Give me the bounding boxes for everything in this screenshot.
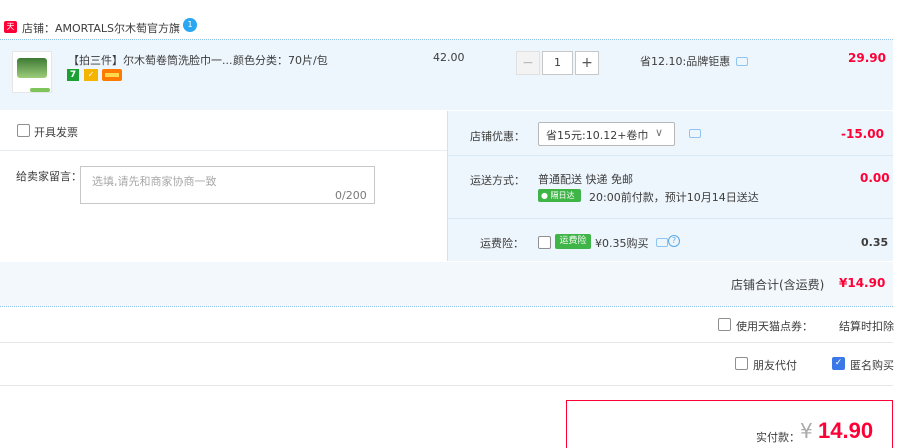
anonymous-purchase-checkbox[interactable]: ✓: [832, 357, 845, 370]
product-image-stand: [30, 88, 50, 92]
tmall-shop-badge: 天猫: [4, 21, 17, 43]
shipping-method: 普通配送 快递 免邮: [538, 173, 633, 186]
quantity-decrease-button[interactable]: −: [516, 51, 540, 75]
chat-icon[interactable]: 1: [183, 18, 197, 32]
store-discount-amount: -15.00: [841, 127, 884, 141]
divider: [0, 306, 893, 307]
friend-pay-label: 朋友代付: [753, 359, 797, 372]
help-icon[interactable]: ?: [668, 235, 680, 247]
shipping-insurance-badge: 运费险: [555, 234, 591, 249]
message-icon[interactable]: [689, 129, 701, 138]
next-day-badge: ● 隔日达: [538, 189, 581, 202]
shipping-insurance-amount: 0.35: [861, 236, 889, 249]
payment-currency: ¥: [800, 419, 813, 443]
chevron-down-icon: ∨: [655, 126, 664, 139]
friend-pay-checkbox[interactable]: [735, 357, 748, 370]
divider: [0, 150, 447, 151]
store-discount-label: 店铺优惠：: [470, 130, 525, 143]
message-icon[interactable]: [656, 238, 668, 247]
credit-card-icon: [102, 69, 122, 81]
divider: [447, 111, 448, 261]
divider: [448, 155, 893, 156]
payment-label: 实付款：: [756, 431, 800, 444]
guarantee-icon: ✓: [84, 69, 98, 81]
divider: [0, 385, 893, 386]
shop-total-amount: ¥14.90: [839, 276, 886, 290]
invoice-label: 开具发票: [34, 126, 78, 139]
invoice-checkbox[interactable]: [17, 124, 30, 137]
item-total-price: 29.90: [848, 51, 886, 65]
payment-amount: 14.90: [818, 418, 874, 443]
quantity-increase-button[interactable]: +: [575, 51, 599, 75]
anonymous-purchase-label: 匿名购买: [850, 359, 894, 372]
tmall-points-note: 结算时扣除: [839, 320, 894, 333]
store-discount-value: 省15元:10.12+卷巾: [546, 129, 649, 142]
shipping-insurance-checkbox[interactable]: [538, 236, 551, 249]
message-char-counter: 0/200: [335, 189, 367, 202]
shipping-insurance-label: 运费险：: [480, 237, 524, 250]
message-icon[interactable]: [736, 57, 748, 66]
quantity-input[interactable]: 1: [542, 51, 573, 75]
item-discount-note: 省12.10:品牌钜惠: [640, 55, 731, 68]
shipping-label: 运送方式：: [470, 174, 525, 187]
divider: [0, 342, 893, 343]
tmall-points-checkbox[interactable]: [718, 318, 731, 331]
product-title-link[interactable]: 【拍三件】尔木萄卷筒洗脸巾一...: [68, 52, 233, 68]
shipping-amount: 0.00: [860, 171, 890, 185]
shop-total-label: 店铺合计(含运费): [731, 278, 825, 292]
unit-price: 42.00: [433, 51, 465, 64]
seller-message-label: 给卖家留言：: [16, 170, 82, 183]
shipping-eta: 20:00前付款，预计10月14日送达: [589, 191, 759, 204]
divider: [448, 218, 893, 219]
seven-day-return-icon: 7: [67, 69, 79, 81]
product-image: [17, 58, 47, 78]
product-sku: 颜色分类：70片/包: [233, 54, 328, 67]
shipping-insurance-price: ¥0.35购买: [595, 237, 649, 250]
shop-name-link[interactable]: 店铺：AMORTALS尔木萄官方旗: [22, 20, 180, 36]
tmall-points-label: 使用天猫点券：: [736, 320, 813, 333]
seller-message-placeholder: 选填,请先和商家协商一致: [92, 175, 217, 188]
